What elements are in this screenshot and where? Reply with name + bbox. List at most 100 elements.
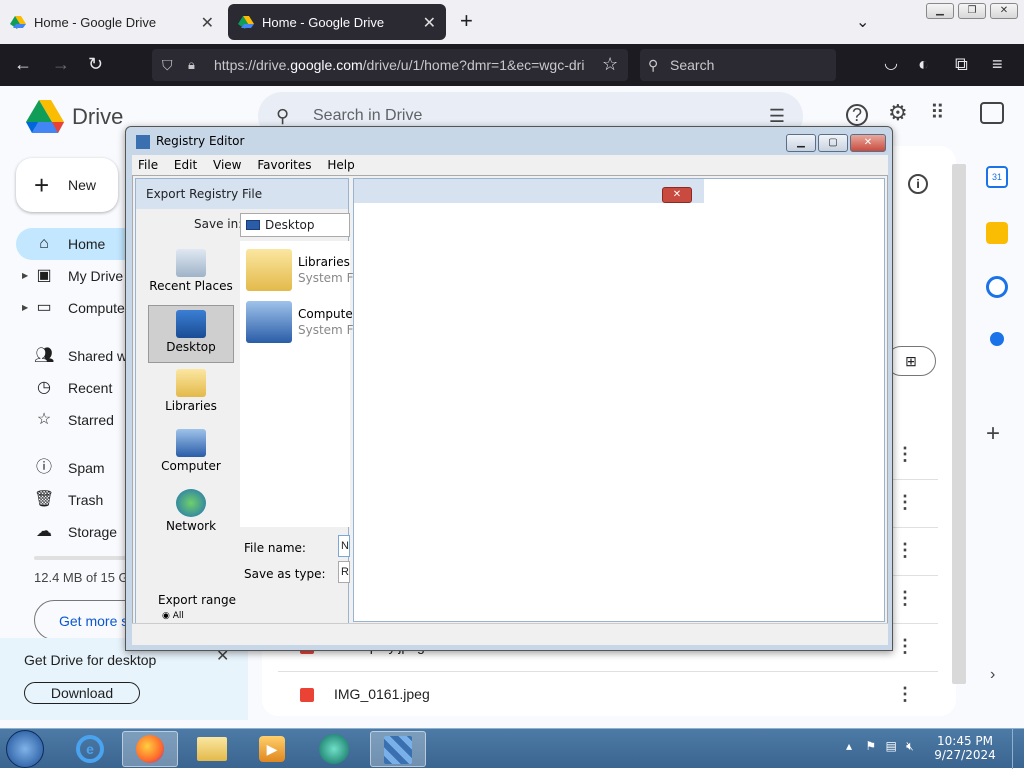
account-avatar[interactable]: [980, 102, 1004, 124]
menu-icon[interactable]: ≡: [992, 54, 1003, 74]
tab-title: Home - Google Drive: [262, 14, 385, 30]
browser-tab-active[interactable]: Home - Google Drive ✕: [228, 4, 446, 40]
place-desktop[interactable]: Desktop: [148, 305, 234, 363]
extensions-icon[interactable]: ⧉: [955, 54, 968, 74]
new-tab-button[interactable]: +: [460, 10, 473, 32]
trash-icon: 🗑︎: [34, 491, 55, 508]
menu-edit[interactable]: Edit: [174, 158, 197, 172]
clock-date: 9/27/2024: [934, 748, 996, 762]
sidebar-item-label: Recent: [68, 380, 113, 396]
status-bar: [132, 623, 888, 645]
more-options-icon[interactable]: ⋮: [896, 684, 914, 705]
new-button[interactable]: + New: [16, 158, 118, 212]
range-all-radio[interactable]: ◉ All: [162, 611, 184, 621]
list-all-tabs-icon[interactable]: ⌄: [856, 12, 869, 32]
grid-view-icon[interactable]: ⊞: [886, 346, 936, 376]
minimize-button[interactable]: ▁: [926, 3, 954, 19]
place-computer[interactable]: Computer: [148, 425, 234, 483]
reload-icon[interactable]: ↻: [88, 54, 103, 74]
pocket-icon[interactable]: ◡: [884, 54, 898, 74]
settings-gear-icon[interactable]: ⚙: [888, 100, 908, 126]
file-name-input[interactable]: N: [338, 535, 350, 557]
calendar-icon[interactable]: 31: [986, 166, 1008, 188]
place-network[interactable]: Network: [148, 485, 234, 543]
apps-grid-icon[interactable]: ⠿: [930, 100, 945, 125]
scrollbar[interactable]: [950, 164, 968, 704]
info-icon[interactable]: i: [908, 174, 928, 194]
more-options-icon[interactable]: ⋮: [896, 492, 914, 513]
file-list: Libraries System Folder Computer System Fo…: [240, 241, 384, 527]
volume-muted-icon[interactable]: 🔇︎: [906, 739, 914, 753]
sidebar-item-label: Home: [68, 236, 106, 252]
show-hidden-icons[interactable]: ▴: [846, 739, 852, 753]
scrollbar-thumb[interactable]: [952, 164, 966, 684]
back-icon[interactable]: ←: [14, 54, 32, 74]
expand-arrow-icon[interactable]: ▶: [22, 260, 28, 292]
maximize-button[interactable]: ▢: [818, 134, 848, 152]
star-icon: ☆: [36, 411, 52, 428]
media-player-icon[interactable]: ▶: [244, 731, 300, 767]
menu-help[interactable]: Help: [327, 158, 354, 172]
save-in-label: Save in:: [194, 217, 243, 231]
export-registry-dialog: Export Registry File Save in: Desktop Re…: [135, 178, 384, 624]
more-options-icon[interactable]: ⋮: [896, 540, 914, 561]
contacts-icon[interactable]: [990, 332, 1004, 346]
help-icon[interactable]: ?: [846, 104, 868, 126]
minimize-button[interactable]: ▁: [786, 134, 816, 152]
search-placeholder: Search in Drive: [313, 107, 423, 124]
registry-icon: [136, 134, 150, 149]
close-tab-icon[interactable]: ✕: [423, 13, 436, 33]
restore-button[interactable]: ❐: [958, 3, 986, 19]
save-as-type-dropdown[interactable]: R: [338, 561, 350, 583]
sidebar-item-label: My Drive: [68, 268, 124, 284]
menu-file[interactable]: File: [138, 158, 158, 172]
taskbar: e ▶ ▴ ⚑ ▤ 🔇︎ 10:45 PM 9/27/2024: [0, 728, 1024, 769]
chevron-right-icon[interactable]: ›: [990, 666, 995, 684]
browser-search-box[interactable]: ⚲ Search: [640, 49, 836, 81]
list-item[interactable]: Libraries System Folder: [246, 247, 384, 293]
table-row[interactable]: IMG_0161.jpeg ⋮: [278, 672, 938, 720]
network-icon[interactable]: ▤: [885, 739, 896, 753]
place-libraries[interactable]: Libraries: [148, 365, 234, 423]
desktop-icon: [176, 310, 206, 338]
list-item[interactable]: Computer System Folder: [246, 299, 384, 345]
close-button[interactable]: ✕: [850, 134, 886, 152]
url-bar[interactable]: ⛉ 🔒︎ https://drive.google.com/drive/u/1/…: [152, 49, 628, 81]
forward-icon[interactable]: →: [52, 54, 70, 74]
start-button[interactable]: [6, 730, 44, 768]
home-icon: ⌂: [39, 235, 49, 252]
sidebar-item-label: Trash: [68, 492, 104, 508]
flag-icon[interactable]: ⚑: [865, 739, 876, 753]
lock-icon[interactable]: 🔒︎: [188, 49, 195, 81]
place-recent-places[interactable]: Recent Places: [148, 245, 234, 303]
bookmark-star-icon[interactable]: ☆: [602, 54, 618, 74]
profile-icon[interactable]: ◐: [918, 54, 929, 74]
more-options-icon[interactable]: ⋮: [896, 588, 914, 609]
browser-tab[interactable]: Home - Google Drive ✕: [0, 4, 224, 40]
close-tab-icon[interactable]: ✕: [201, 13, 214, 33]
firefox-icon[interactable]: [122, 731, 178, 767]
more-options-icon[interactable]: ⋮: [896, 636, 914, 657]
more-options-icon[interactable]: ⋮: [896, 444, 914, 465]
download-button[interactable]: Download: [24, 682, 140, 704]
menu-view[interactable]: View: [213, 158, 241, 172]
window-title: Registry Editor: [136, 134, 244, 149]
registry-editor-taskbar-icon[interactable]: [370, 731, 426, 767]
close-window-button[interactable]: ✕: [990, 3, 1018, 19]
expand-arrow-icon[interactable]: ▶: [22, 292, 28, 324]
file-explorer-icon[interactable]: [184, 731, 240, 767]
clock[interactable]: 10:45 PM 9/27/2024: [934, 734, 996, 762]
menu-bar: File Edit View Favorites Help: [132, 155, 888, 175]
menu-favorites[interactable]: Favorites: [257, 158, 311, 172]
app-icon[interactable]: [306, 731, 362, 767]
show-desktop-button[interactable]: [1012, 729, 1024, 769]
save-in-dropdown[interactable]: Desktop: [240, 213, 350, 237]
internet-explorer-icon[interactable]: e: [62, 731, 118, 767]
tasks-icon[interactable]: [986, 276, 1008, 298]
keep-icon[interactable]: [986, 222, 1008, 244]
shield-icon[interactable]: ⛉: [162, 49, 173, 81]
place-label: Recent Places: [149, 279, 233, 293]
add-addon-icon[interactable]: +: [986, 420, 1000, 448]
close-icon[interactable]: ✕: [662, 187, 692, 203]
url-suffix: /drive/u/1/home?dmr=1&ec=wgc-dri: [362, 57, 585, 73]
